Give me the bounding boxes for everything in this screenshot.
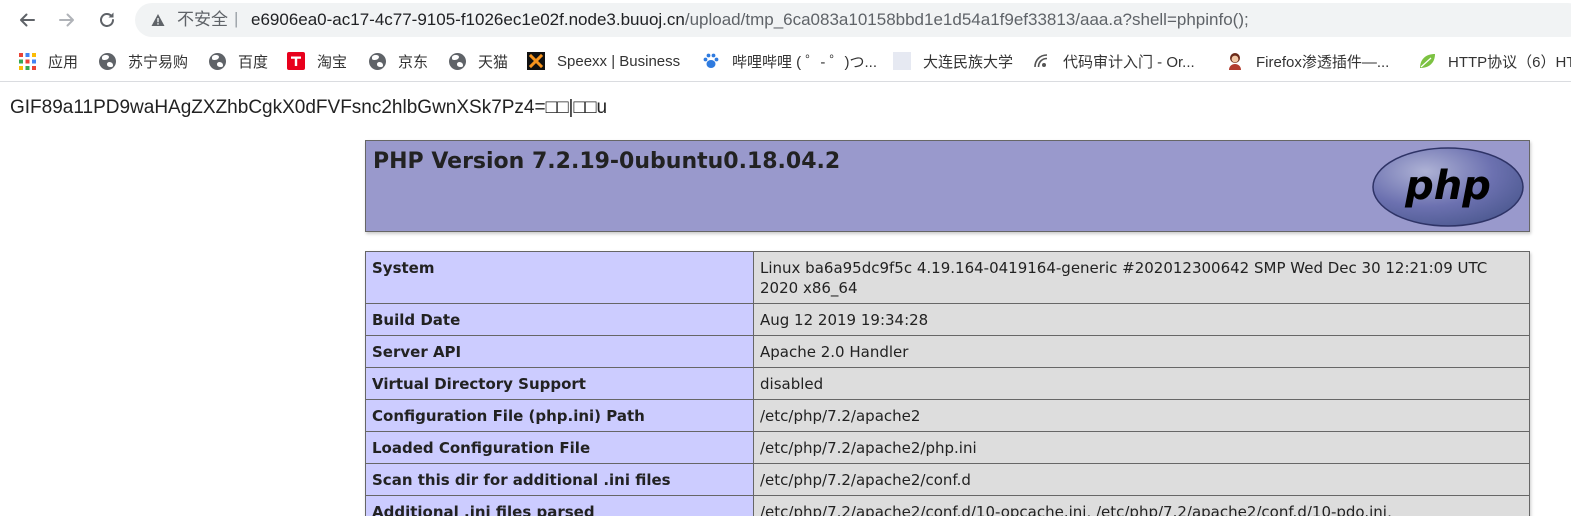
reload-icon	[100, 12, 114, 27]
table-row: Scan this dir for additional .ini files …	[365, 463, 1530, 496]
bookmark-label: HTTP协议（6）HT	[1448, 53, 1571, 71]
globe-icon	[448, 52, 466, 70]
globe-icon	[208, 52, 226, 70]
bookmark-baidu[interactable]: 百度	[208, 50, 268, 72]
bookmark-label: 哔哩哔哩 ( ゜- ゜)つ...	[732, 53, 877, 71]
wifi-icon	[1033, 52, 1051, 70]
bookmark-speexx[interactable]: Speexx | Business	[527, 50, 680, 72]
row-key: Scan this dir for additional .ini files	[365, 463, 754, 496]
url-host: e6906ea0-ac17-4c77-9105-f1026ec1e02f.nod…	[251, 10, 685, 29]
bookmark-label: 天猫	[478, 53, 509, 71]
bookmark-code-audit[interactable]: 代码审计入门 - Or...	[1033, 50, 1195, 72]
bookmarks-bar: 应用 苏宁易购 百度 淘宝 京东 天猫 Speexx | Business 哔哩…	[0, 40, 1571, 82]
row-key: Configuration File (php.ini) Path	[365, 399, 754, 432]
row-key: Additional .ini files parsed	[365, 495, 754, 516]
url-text[interactable]: e6906ea0-ac17-4c77-9105-f1026ec1e02f.nod…	[251, 10, 1249, 30]
bookmark-firefox-plugins[interactable]: Firefox渗透插件—...	[1226, 50, 1389, 72]
reload-button[interactable]	[92, 5, 122, 35]
php-version-title: PHP Version 7.2.19-0ubuntu0.18.04.2	[373, 149, 841, 174]
table-row: Build Date Aug 12 2019 19:34:28	[365, 303, 1530, 336]
row-key: System	[365, 251, 754, 304]
phpinfo-panel: PHP Version 7.2.19-0ubuntu0.18.04.2 php …	[365, 140, 1530, 516]
address-separator: |	[234, 9, 239, 28]
table-row: Server API Apache 2.0 Handler	[365, 335, 1530, 368]
bookmark-label: 百度	[238, 53, 269, 71]
speexx-icon	[527, 52, 545, 70]
row-value: /etc/php/7.2/apache2/php.ini	[753, 431, 1530, 464]
bookmark-jd[interactable]: 京东	[368, 50, 428, 72]
bookmark-label: Firefox渗透插件—...	[1256, 53, 1390, 71]
bookmark-suning[interactable]: 苏宁易购	[98, 50, 188, 72]
bookmark-tmall[interactable]: 天猫	[448, 50, 508, 72]
table-row: Loaded Configuration File /etc/php/7.2/a…	[365, 431, 1530, 464]
bookmark-http[interactable]: HTTP协议（6）HT	[1418, 50, 1571, 72]
table-row: System Linux ba6a95dc9f5c 4.19.164-04191…	[365, 251, 1530, 304]
row-key: Server API	[365, 335, 754, 368]
row-value: Linux ba6a95dc9f5c 4.19.164-0419164-gene…	[753, 251, 1530, 304]
php-version-header: PHP Version 7.2.19-0ubuntu0.18.04.2 php	[365, 140, 1530, 232]
bookmark-label: 应用	[48, 53, 79, 71]
leaf-icon	[1418, 52, 1436, 70]
bookmark-label: 代码审计入门 - Or...	[1063, 53, 1195, 71]
phpinfo-table: System Linux ba6a95dc9f5c 4.19.164-04191…	[365, 251, 1530, 516]
row-value: Aug 12 2019 19:34:28	[753, 303, 1530, 336]
forward-button[interactable]	[52, 5, 82, 35]
php-logo-text: php	[1404, 163, 1491, 209]
bookmark-label: 淘宝	[317, 53, 348, 71]
bookmark-label: 大连民族大学	[923, 53, 1014, 71]
php-logo[interactable]: php	[1372, 147, 1524, 227]
bookmark-label: 苏宁易购	[128, 53, 189, 71]
table-row: Additional .ini files parsed /etc/php/7.…	[365, 495, 1530, 516]
gif-output-text: GIF89a11PD9waHAgZXZhbCgkX0dFVFsnc2hlbGwn…	[10, 97, 608, 118]
address-bar[interactable]: 不安全 | e6906ea0-ac17-4c77-9105-f1026ec1e0…	[135, 3, 1571, 37]
bookmark-bilibili[interactable]: 哔哩哔哩 ( ゜- ゜)つ...	[702, 50, 877, 72]
row-value: Apache 2.0 Handler	[753, 335, 1530, 368]
bookmark-label: Speexx | Business	[557, 52, 681, 70]
taobao-icon	[287, 52, 305, 70]
row-value: /etc/php/7.2/apache2	[753, 399, 1530, 432]
apps-grid-icon	[18, 52, 36, 70]
row-value: /etc/php/7.2/apache2/conf.d	[753, 463, 1530, 496]
paw-icon	[702, 52, 720, 70]
table-row: Configuration File (php.ini) Path /etc/p…	[365, 399, 1530, 432]
row-value: /etc/php/7.2/apache2/conf.d/10-opcache.i…	[753, 495, 1530, 516]
row-value: disabled	[753, 367, 1530, 400]
bookmark-apps[interactable]: 应用	[18, 50, 78, 72]
row-key: Build Date	[365, 303, 754, 336]
blank-page-icon	[893, 52, 911, 70]
bookmark-dlnu[interactable]: 大连民族大学	[893, 50, 1013, 72]
bookmark-taobao[interactable]: 淘宝	[287, 50, 347, 72]
row-key: Virtual Directory Support	[365, 367, 754, 400]
not-secure-label[interactable]: 不安全	[177, 10, 228, 30]
bookmark-label: 京东	[398, 53, 429, 71]
avatar-icon	[1226, 52, 1244, 70]
globe-icon	[98, 52, 116, 70]
row-key: Loaded Configuration File	[365, 431, 754, 464]
globe-icon	[368, 52, 386, 70]
back-button[interactable]	[12, 5, 42, 35]
table-row: Virtual Directory Support disabled	[365, 367, 1530, 400]
browser-toolbar: 不安全 | e6906ea0-ac17-4c77-9105-f1026ec1e0…	[0, 0, 1571, 40]
url-path: /upload/tmp_6ca083a10158bbd1e1d54a1f9ef3…	[684, 10, 1249, 29]
back-arrow-icon	[20, 13, 35, 27]
forward-arrow-icon	[59, 13, 74, 27]
warning-icon	[151, 14, 165, 26]
